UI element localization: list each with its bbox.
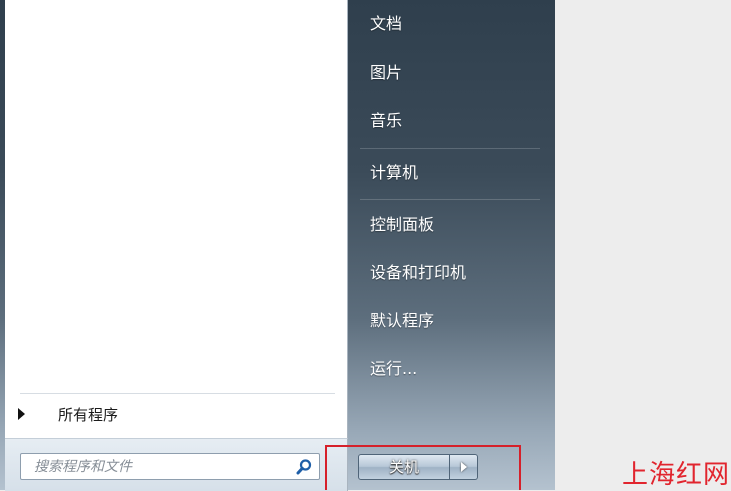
menu-item-devices-printers[interactable]: 设备和打印机 (370, 259, 466, 287)
menu-item-default-programs[interactable]: 默认程序 (370, 307, 434, 335)
start-menu: 所有程序 文档 图片 音乐 计算机 控制面板 设备和打印机 默认程序 运行...… (0, 0, 555, 491)
search-icon[interactable] (293, 456, 315, 478)
search-box[interactable] (20, 453, 320, 480)
menu-item-control-panel[interactable]: 控制面板 (370, 211, 434, 239)
menu-item-run[interactable]: 运行... (370, 355, 417, 383)
menu-item-music[interactable]: 音乐 (370, 107, 402, 135)
left-pane-separator (20, 393, 335, 394)
search-input[interactable] (21, 454, 293, 479)
all-programs-label: 所有程序 (58, 405, 119, 424)
highlight-annotation (325, 445, 521, 490)
watermark: 上海红网 (622, 460, 731, 490)
right-pane-separator (360, 148, 540, 149)
all-programs-item[interactable]: 所有程序 (14, 400, 334, 428)
menu-item-computer[interactable]: 计算机 (370, 159, 418, 187)
right-pane-separator (360, 199, 540, 200)
menu-item-documents[interactable]: 文档 (370, 10, 402, 38)
menu-item-pictures[interactable]: 图片 (370, 59, 402, 87)
triangle-right-icon (18, 408, 25, 420)
